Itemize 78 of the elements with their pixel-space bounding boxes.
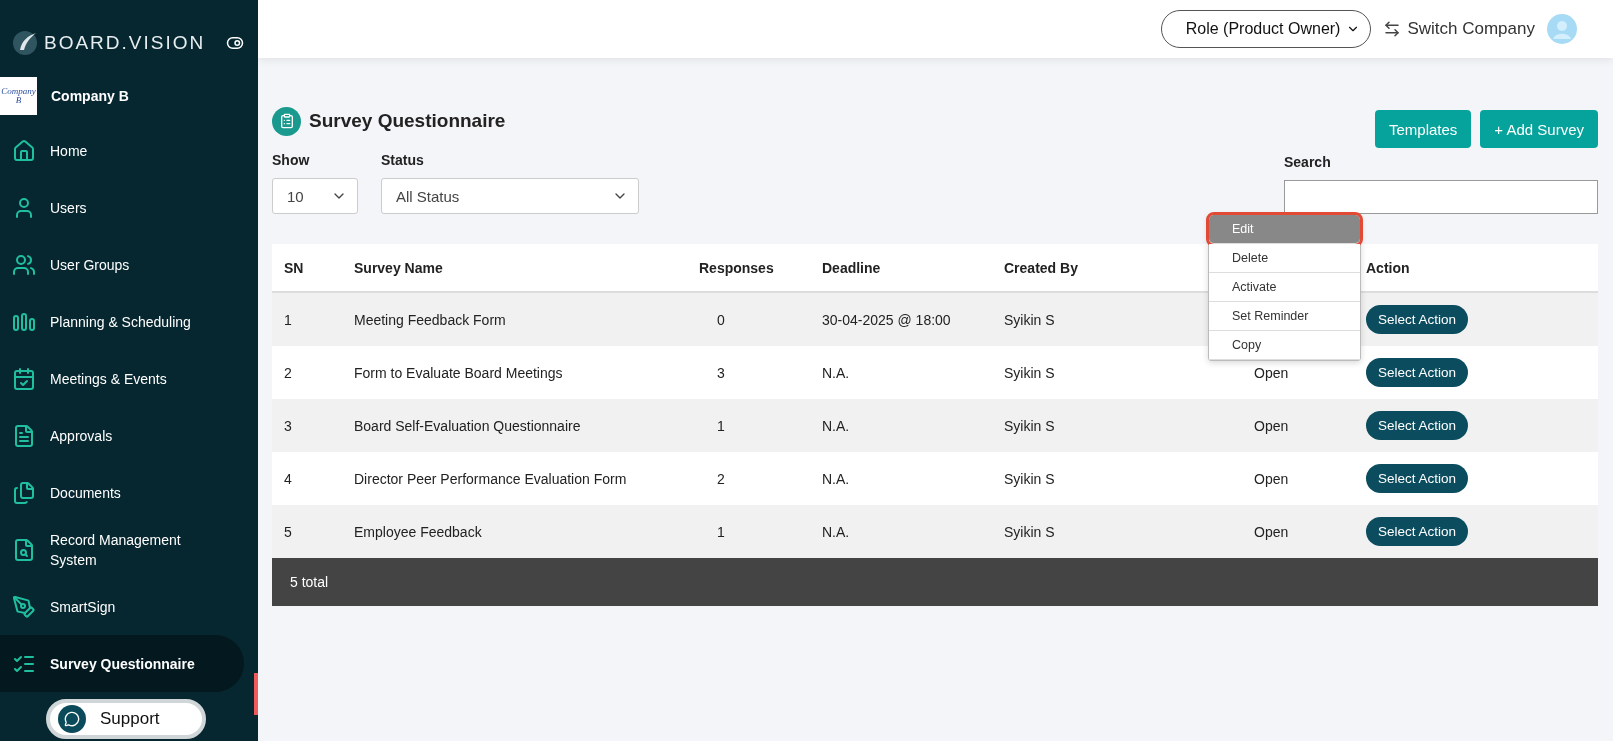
sidebar-item[interactable]: Home <box>0 122 258 179</box>
table-cell: 2 <box>687 452 810 505</box>
table-cell: Open <box>1242 452 1354 505</box>
search-label: Search <box>1284 154 1332 170</box>
table-cell: Open <box>1242 399 1354 452</box>
column-header: Deadline <box>810 244 992 293</box>
calendar-icon <box>12 366 36 391</box>
avatar-icon[interactable] <box>1547 14 1577 44</box>
table-cell: Employee Feedback <box>342 505 687 558</box>
home-icon <box>12 138 36 163</box>
select-action-button[interactable]: Select Action <box>1366 464 1469 493</box>
select-action-button[interactable]: Select Action <box>1366 358 1469 387</box>
table-cell: Syikin S <box>992 452 1242 505</box>
table-cell: Open <box>1242 505 1354 558</box>
status-label: Status <box>381 152 425 168</box>
select-action-button[interactable]: Select Action <box>1366 411 1469 440</box>
menu-item[interactable]: Activate <box>1209 273 1360 302</box>
page-title: Survey Questionnaire <box>309 110 506 132</box>
table-cell: N.A. <box>810 346 992 399</box>
table-cell: N.A. <box>810 452 992 505</box>
menu-item[interactable]: Delete <box>1209 244 1360 273</box>
documents-icon <box>12 480 36 505</box>
sidebar-item[interactable]: Users <box>0 179 258 236</box>
show-label: Show <box>272 152 311 168</box>
chat-icon <box>58 705 86 733</box>
logo-icon <box>12 30 38 56</box>
company-logo: Company B <box>0 77 37 115</box>
menu-item[interactable]: Set Reminder <box>1209 302 1360 331</box>
switch-icon <box>1383 20 1402 38</box>
table-cell: 2 <box>272 346 342 399</box>
pen-icon <box>12 594 36 619</box>
search-field[interactable] <box>1284 180 1598 214</box>
select-action-button[interactable]: Select Action <box>1366 517 1469 546</box>
table-cell: Form to Evaluate Board Meetings <box>342 346 687 399</box>
table-cell: 30-04-2025 @ 18:00 <box>810 293 992 346</box>
table-cell: N.A. <box>810 505 992 558</box>
survey-icon <box>272 106 301 136</box>
select-action-button[interactable]: Select Action <box>1366 305 1469 334</box>
column-header: SN <box>272 244 342 293</box>
sidebar-item[interactable]: Planning & Scheduling <box>0 293 258 350</box>
users-icon <box>12 252 36 277</box>
table-cell: 0 <box>687 293 810 346</box>
sidebar-item[interactable]: Approvals <box>0 407 258 464</box>
table-cell: 4 <box>272 452 342 505</box>
table-cell: Director Peer Performance Evaluation Form <box>342 452 687 505</box>
column-header: Responses <box>687 244 810 293</box>
table-cell: Syikin S <box>992 505 1242 558</box>
role-dropdown[interactable]: Role (Product Owner) <box>1160 10 1372 48</box>
active-indicator <box>254 673 258 715</box>
column-header: Survey Name <box>342 244 687 293</box>
sidebar-item[interactable]: User Groups <box>0 236 258 293</box>
table-cell: 3 <box>272 399 342 452</box>
table-cell: Meeting Feedback Form <box>342 293 687 346</box>
show-select[interactable]: 10 <box>272 178 358 214</box>
sidebar-item[interactable]: SmartSign <box>0 578 258 635</box>
sidebar-item[interactable]: Record Management System <box>0 521 258 578</box>
document-icon <box>12 423 36 448</box>
table-cell: N.A. <box>810 399 992 452</box>
toggle-icon[interactable] <box>226 34 244 52</box>
file-search-icon <box>12 537 36 562</box>
menu-item[interactable]: Copy <box>1209 331 1360 360</box>
table-cell: Board Self-Evaluation Questionnaire <box>342 399 687 452</box>
table-cell: 1 <box>687 399 810 452</box>
table-cell: 3 <box>687 346 810 399</box>
company-name: Company B <box>51 88 129 104</box>
table-cell: 5 <box>272 505 342 558</box>
switch-company-link[interactable]: Switch Company <box>1407 19 1535 39</box>
sidebar-item[interactable]: Survey Questionnaire <box>0 635 244 692</box>
table-cell: Syikin S <box>992 399 1242 452</box>
support-button[interactable]: Support <box>46 699 206 739</box>
brand-name: BOARD.VISION <box>44 32 207 54</box>
sidebar-item[interactable]: Meetings & Events <box>0 350 258 407</box>
table-cell: 1 <box>687 505 810 558</box>
menu-item[interactable]: Edit <box>1209 215 1360 244</box>
status-select[interactable]: All Status <box>381 178 639 214</box>
table-cell: 1 <box>272 293 342 346</box>
table-footer: 5 total <box>272 558 1598 606</box>
sidebar-item[interactable]: Documents <box>0 464 258 521</box>
